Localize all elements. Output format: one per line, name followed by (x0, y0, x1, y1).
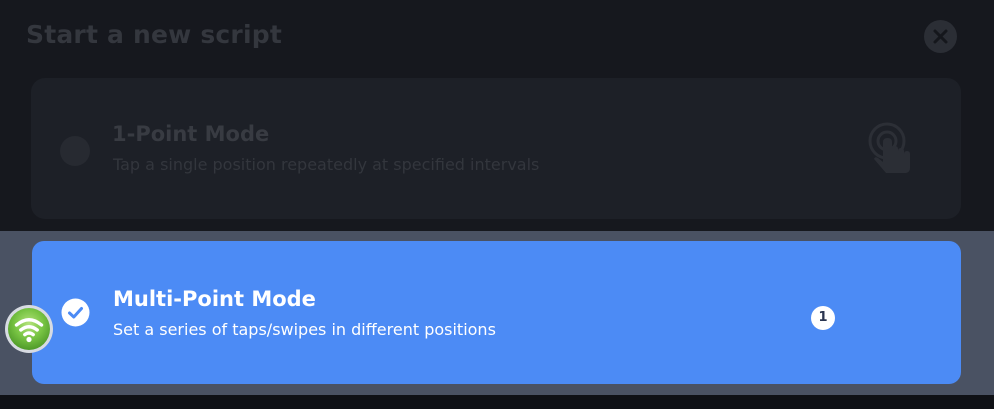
mode-title-1-point: 1-Point Mode (112, 122, 270, 146)
bottom-strip (0, 395, 994, 409)
dialog-title: Start a new script (26, 20, 282, 49)
mode-title-multi-point: Multi-Point Mode (113, 287, 316, 311)
check-icon[interactable] (61, 298, 90, 327)
mode-description-multi-point: Set a series of taps/swipes in different… (113, 320, 496, 339)
close-button[interactable] (924, 20, 957, 53)
mode-badge-multi-point: 1 (811, 306, 835, 330)
mode-description-1-point: Tap a single position repeatedly at spec… (113, 155, 540, 174)
mode-radio-1-point[interactable] (60, 136, 90, 166)
wifi-icon[interactable] (3, 301, 55, 355)
tap-hand-icon (868, 122, 910, 173)
close-icon (933, 29, 948, 44)
screen: Start a new script 1-Point Mode Tap a si… (0, 0, 994, 409)
